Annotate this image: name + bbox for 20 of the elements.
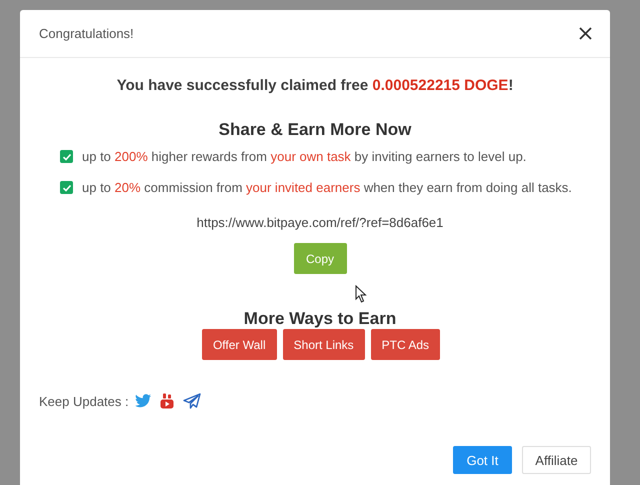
earn-option-button[interactable]: Offer Wall xyxy=(202,329,277,360)
earn-option-button[interactable]: PTC Ads xyxy=(370,329,440,360)
mouse-cursor-icon xyxy=(355,285,367,303)
more-ways-heading: More Ways to Earn xyxy=(244,309,396,329)
share-heading: Share & Earn More Now xyxy=(218,120,412,140)
keep-updates-label: Keep Updates : xyxy=(39,394,129,408)
benefit-text: up to 200% higher rewards from your own task by inviting earners to level up. xyxy=(82,149,526,164)
video-play-icon[interactable] xyxy=(160,393,174,409)
checkbox[interactable] xyxy=(60,150,73,163)
paper-plane-icon[interactable] xyxy=(182,393,201,409)
twitter-bird-icon[interactable] xyxy=(134,394,151,408)
affiliate-button[interactable]: Affiliate xyxy=(522,446,591,474)
dialog-title: Congratulations! xyxy=(39,26,134,41)
close-icon[interactable] xyxy=(579,27,592,40)
got-it-button[interactable]: Got It xyxy=(453,446,512,474)
checkbox[interactable] xyxy=(60,181,73,194)
benefit-text: up to 20% commission from your invited earners when they earn from doing all tasks. xyxy=(82,180,572,195)
claim-message: You have successfully claimed free 0.000522215 DOGE! xyxy=(116,77,514,94)
copy-button[interactable]: Copy xyxy=(294,243,346,274)
earn-option-button[interactable]: Short Links xyxy=(282,329,365,360)
